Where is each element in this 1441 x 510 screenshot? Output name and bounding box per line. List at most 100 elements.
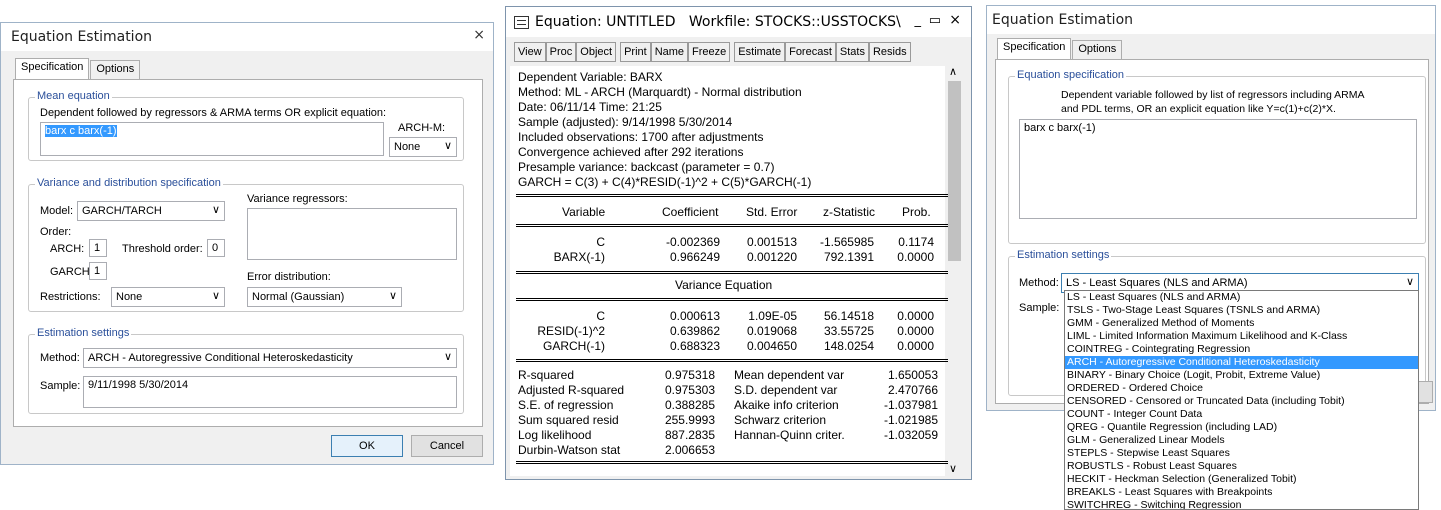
toolbar-print-button[interactable]: Print bbox=[620, 42, 651, 62]
right-dialog-titlebar: Equation Estimation bbox=[987, 6, 1435, 34]
scroll-thumb[interactable] bbox=[948, 81, 961, 261]
method-label: Method: bbox=[40, 352, 80, 364]
model-value: GARCH/TARCH bbox=[82, 205, 162, 217]
garch-order-input[interactable]: 1 bbox=[89, 262, 107, 280]
tab-specification[interactable]: Specification bbox=[997, 38, 1072, 59]
maximize-icon[interactable]: ▭ bbox=[929, 13, 941, 28]
mean-equation-value: barx c barx(-1) bbox=[45, 125, 117, 137]
method-option[interactable]: SWITCHREG - Switching Regression bbox=[1065, 499, 1418, 509]
scroll-up-icon[interactable]: ∧ bbox=[949, 65, 957, 78]
close-icon[interactable]: × bbox=[473, 27, 485, 43]
right-sample-label: Sample: bbox=[1019, 302, 1060, 314]
toolbar-freeze-button[interactable]: Freeze bbox=[688, 42, 731, 62]
stats-cell: Mean dependent var bbox=[734, 368, 845, 382]
chevron-down-icon: ∨ bbox=[211, 290, 220, 302]
output-header-line: GARCH = C(3) + C(4)*RESID(-1)^2 + C(5)*G… bbox=[518, 175, 812, 189]
variance-regressors-input[interactable] bbox=[247, 208, 457, 260]
arch-label: ARCH: bbox=[50, 243, 85, 255]
equation-instruction-1: Dependent variable followed by list of r… bbox=[1061, 89, 1365, 101]
tab-options[interactable]: Options bbox=[90, 60, 141, 79]
minimize-icon[interactable]: _ bbox=[915, 13, 922, 28]
method-option[interactable]: CENSORED - Censored or Truncated Data (i… bbox=[1065, 395, 1418, 408]
equation-instruction-2: and PDL terms, OR an explicit equation l… bbox=[1061, 103, 1336, 115]
method-option[interactable]: LS - Least Squares (NLS and ARMA) bbox=[1065, 291, 1418, 304]
method-option[interactable]: HECKIT - Heckman Selection (Generalized … bbox=[1065, 473, 1418, 486]
stats-cell: Adjusted R-squared bbox=[518, 383, 625, 397]
method-option[interactable]: STEPLS - Stepwise Least Squares bbox=[1065, 447, 1418, 460]
sample-value: 9/11/1998 5/30/2014 bbox=[88, 379, 189, 391]
toolbar-estimate-button[interactable]: Estimate bbox=[734, 42, 786, 62]
stats-cell: 0.388285 bbox=[664, 398, 715, 412]
mean-equation-input[interactable]: barx c barx(-1) bbox=[40, 122, 384, 156]
toolbar-name-button[interactable]: Name bbox=[650, 42, 689, 62]
right-method-label: Method: bbox=[1019, 277, 1059, 289]
left-dialog-title: Equation Estimation bbox=[11, 29, 153, 45]
output-scrollbar[interactable]: ∧ ∨ bbox=[946, 65, 963, 475]
column-header: z-Statistic bbox=[823, 205, 876, 219]
equation-input[interactable]: barx c barx(-1) bbox=[1019, 119, 1417, 219]
method-option[interactable]: ORDERED - Ordered Choice bbox=[1065, 382, 1418, 395]
mean-equation-instruction: Dependent followed by regressors & ARMA … bbox=[40, 107, 387, 119]
error-dist-label: Error distribution: bbox=[247, 271, 331, 283]
column-header: Variable bbox=[562, 205, 606, 219]
toolbar-proc-button[interactable]: Proc bbox=[545, 42, 577, 62]
chevron-down-icon: ∨ bbox=[1405, 276, 1414, 288]
sample-input[interactable]: 9/11/1998 5/30/2014 bbox=[83, 376, 457, 408]
chevron-down-icon: ∨ bbox=[388, 290, 397, 302]
variance-row-cell: RESID(-1)^2 bbox=[537, 324, 605, 338]
method-option[interactable]: GLM - Generalized Linear Models bbox=[1065, 434, 1418, 447]
method-select[interactable]: ARCH - Autoregressive Conditional Hetero… bbox=[83, 348, 457, 368]
method-option[interactable]: QREG - Quantile Regression (including LA… bbox=[1065, 421, 1418, 434]
toolbar-resids-button[interactable]: Resids bbox=[868, 42, 911, 62]
toolbar-view-button[interactable]: View bbox=[514, 42, 546, 62]
method-dropdown-list[interactable]: LS - Least Squares (NLS and ARMA) TSLS - … bbox=[1064, 290, 1419, 510]
error-dist-select[interactable]: Normal (Gaussian) ∨ bbox=[247, 287, 402, 307]
ok-button[interactable]: OK bbox=[331, 435, 403, 457]
stats-cell: 0.975318 bbox=[664, 368, 715, 382]
method-option[interactable]: TSLS - Two-Stage Least Squares (TSNLS an… bbox=[1065, 304, 1418, 317]
chevron-down-icon: ∨ bbox=[211, 204, 220, 216]
equation-titlebar: Equation: UNTITLED Workfile: STOCKS::USS… bbox=[506, 7, 971, 37]
variance-row-cell: GARCH(-1) bbox=[543, 339, 605, 353]
close-icon[interactable]: × bbox=[949, 12, 961, 28]
method-option[interactable]: BINARY - Binary Choice (Logit, Probit, E… bbox=[1065, 369, 1418, 382]
scroll-down-icon[interactable]: ∨ bbox=[949, 462, 957, 475]
threshold-input[interactable]: 0 bbox=[207, 239, 225, 257]
model-select[interactable]: GARCH/TARCH ∨ bbox=[77, 201, 225, 221]
table-rule bbox=[516, 194, 948, 197]
tab-options[interactable]: Options bbox=[1072, 40, 1123, 59]
table-rule bbox=[516, 359, 948, 362]
toolbar-object-button[interactable]: Object bbox=[576, 42, 617, 62]
archm-select[interactable]: None ∨ bbox=[389, 137, 457, 157]
arch-order-value: 1 bbox=[94, 242, 101, 254]
cancel-button[interactable]: Cancel bbox=[411, 435, 483, 457]
stats-cell: 887.2835 bbox=[664, 428, 715, 442]
method-option[interactable]: ARCH - Autoregressive Conditional Hetero… bbox=[1065, 356, 1418, 369]
mean-equation-legend: Mean equation bbox=[35, 90, 112, 102]
right-dialog-title: Equation Estimation bbox=[992, 12, 1134, 28]
left-equation-dialog: Equation Estimation × Specification Opti… bbox=[0, 22, 494, 465]
method-option[interactable]: BREAKLS - Least Squares with Breakpoints bbox=[1065, 486, 1418, 499]
toolbar-stats-button[interactable]: Stats bbox=[835, 42, 869, 62]
column-header: Prob. bbox=[902, 205, 931, 219]
column-header: Coefficient bbox=[662, 205, 719, 219]
tab-specification[interactable]: Specification bbox=[15, 58, 90, 79]
right-estimation-settings-legend: Estimation settings bbox=[1015, 249, 1112, 261]
variance-row-cell: 0.0000 bbox=[897, 324, 934, 338]
stats-cell: -1.037981 bbox=[883, 398, 938, 412]
method-option[interactable]: GMM - Generalized Method of Moments bbox=[1065, 317, 1418, 330]
restrictions-select[interactable]: None ∨ bbox=[111, 287, 225, 307]
method-option[interactable]: ROBUSTLS - Robust Least Squares bbox=[1065, 460, 1418, 473]
method-option[interactable]: LIML - Limited Information Maximum Likel… bbox=[1065, 330, 1418, 343]
garch-label: GARCH: bbox=[50, 266, 93, 278]
equation-spec-legend: Equation specification bbox=[1015, 69, 1127, 81]
output-header-line: Dependent Variable: BARX bbox=[518, 70, 663, 84]
arch-order-input[interactable]: 1 bbox=[89, 239, 107, 257]
window-menu-icon[interactable] bbox=[514, 15, 529, 29]
stats-cell: 1.650053 bbox=[887, 368, 938, 382]
method-option[interactable]: COINTREG - Cointegrating Regression bbox=[1065, 343, 1418, 356]
toolbar-forecast-button[interactable]: Forecast bbox=[785, 42, 836, 62]
stats-cell: Sum squared resid bbox=[518, 413, 619, 427]
output-header-line: Sample (adjusted): 9/14/1998 5/30/2014 bbox=[518, 115, 733, 129]
method-option[interactable]: COUNT - Integer Count Data bbox=[1065, 408, 1418, 421]
